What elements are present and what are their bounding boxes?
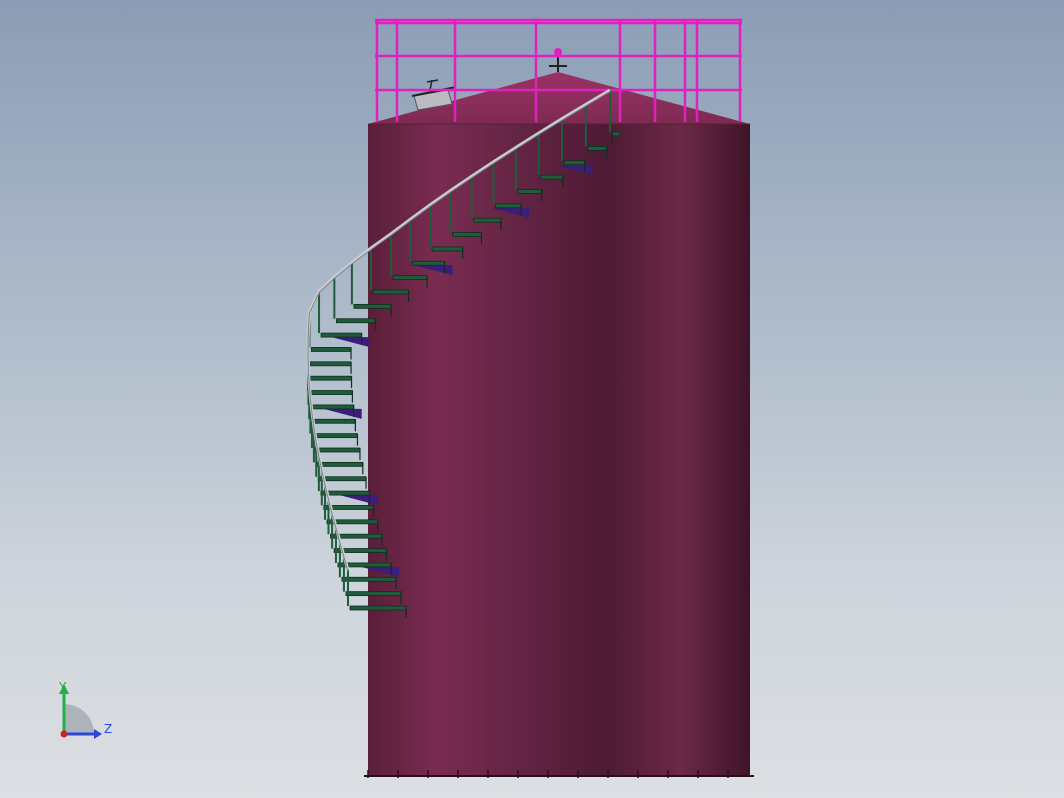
stair-tread [563,160,585,166]
triad-plane-shading [64,704,94,734]
stair-tread [335,318,376,324]
y-axis-label: Y [58,680,67,694]
model-scene[interactable] [0,0,1064,798]
stair-bracket [331,337,370,348]
stair-tread [341,576,397,582]
z-axis-label: Z [104,722,112,736]
stair-tread [540,174,564,180]
x-axis-dot [60,730,68,738]
stair-tread [345,591,402,597]
stair-tread [310,418,356,424]
stair-tread [411,260,445,266]
graphics-viewport[interactable]: Y Z [0,0,1064,798]
tank-shell[interactable] [368,124,750,776]
orientation-triad[interactable]: Y Z [50,676,120,748]
stair-tread [310,347,352,352]
stair-bracket [323,408,362,419]
stair-tread [495,203,522,209]
stair-tread [315,461,364,467]
stair-tread [587,145,608,151]
stair-tread [392,275,428,281]
stair-tread [310,404,355,410]
stair-tread [310,361,352,367]
stair-tread [309,375,352,381]
z-axis-arrowhead [94,729,102,739]
stair-tread [320,332,363,338]
stair-tread [452,232,482,237]
stair-tread [353,303,392,309]
stair-tread [313,447,361,453]
stair-tread [372,289,409,295]
roof-nozzle[interactable] [549,48,567,72]
stair-tread [517,189,543,194]
stair-tread [431,246,464,252]
stair-tread [349,605,407,611]
stair-tread [311,433,358,439]
stair-tread [473,217,502,223]
stair-tread [309,390,353,395]
stair-tread [611,131,621,137]
